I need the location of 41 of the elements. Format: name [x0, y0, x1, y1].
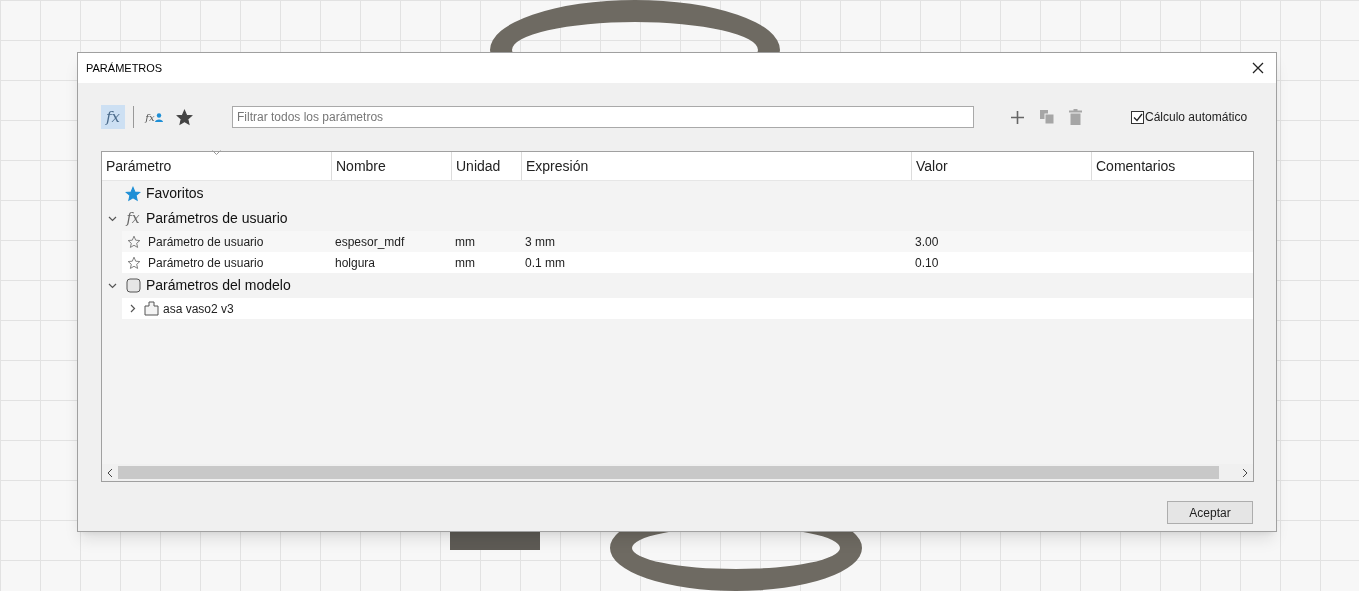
table-cell-text: 3 mm — [524, 233, 556, 251]
trash-icon — [1069, 109, 1082, 125]
column-header[interactable]: Comentarios — [1091, 152, 1253, 180]
table-cell-text: mm — [454, 254, 476, 272]
collapse-icon[interactable] — [107, 281, 117, 290]
column-header[interactable]: Unidad — [451, 152, 521, 180]
accept-button[interactable]: Aceptar — [1167, 501, 1253, 524]
component-label[interactable]: asa vaso2 v3 — [163, 299, 234, 318]
group-label[interactable]: Favoritos — [146, 183, 204, 204]
column-header[interactable]: Valor — [911, 152, 1091, 180]
scrollbar-thumb[interactable] — [118, 466, 1219, 479]
plus-icon — [1011, 110, 1024, 124]
table-cell-text: 0.10 — [914, 254, 940, 272]
table-cell-text: 0.1 mm — [524, 254, 566, 272]
cube-icon — [125, 278, 141, 293]
group-label[interactable]: Parámetros del modelo — [146, 275, 291, 296]
close-icon — [1252, 62, 1264, 74]
column-header[interactable]: Parámetro — [102, 152, 331, 180]
copy-icon — [1038, 109, 1055, 125]
table-cell-text: mm — [454, 233, 476, 251]
checkbox-label: Cálculo automático — [1145, 109, 1248, 126]
column-header[interactable]: Nombre — [331, 152, 451, 180]
person-icon — [154, 112, 163, 122]
table-cell-text: 3.00 — [914, 233, 940, 251]
filter-button[interactable]: fx — [142, 105, 166, 129]
fx-icon-text: fx — [126, 209, 140, 228]
filter-button[interactable]: fx — [101, 105, 125, 129]
auto-calc-checkbox[interactable]: Cálculo automático — [1131, 108, 1248, 126]
column-header[interactable]: Expresión — [521, 152, 911, 180]
table-cell-text: Parámetro de usuario — [147, 233, 265, 251]
group-label[interactable]: Parámetros de usuario — [146, 208, 288, 229]
star-icon — [175, 108, 193, 126]
table-cell-text: espesor_mdf — [334, 233, 406, 251]
star-icon — [125, 185, 141, 202]
checkbox[interactable] — [1131, 110, 1144, 124]
component-icon — [143, 301, 159, 316]
table-cell-text: holgura — [334, 254, 377, 272]
collapse-icon[interactable] — [107, 214, 117, 223]
table-cell-text: Parámetro de usuario — [147, 254, 265, 272]
dialog-title: PARÁMETROS — [86, 60, 163, 76]
search-field[interactable]: Filtrar todos los parámetros — [232, 106, 974, 128]
